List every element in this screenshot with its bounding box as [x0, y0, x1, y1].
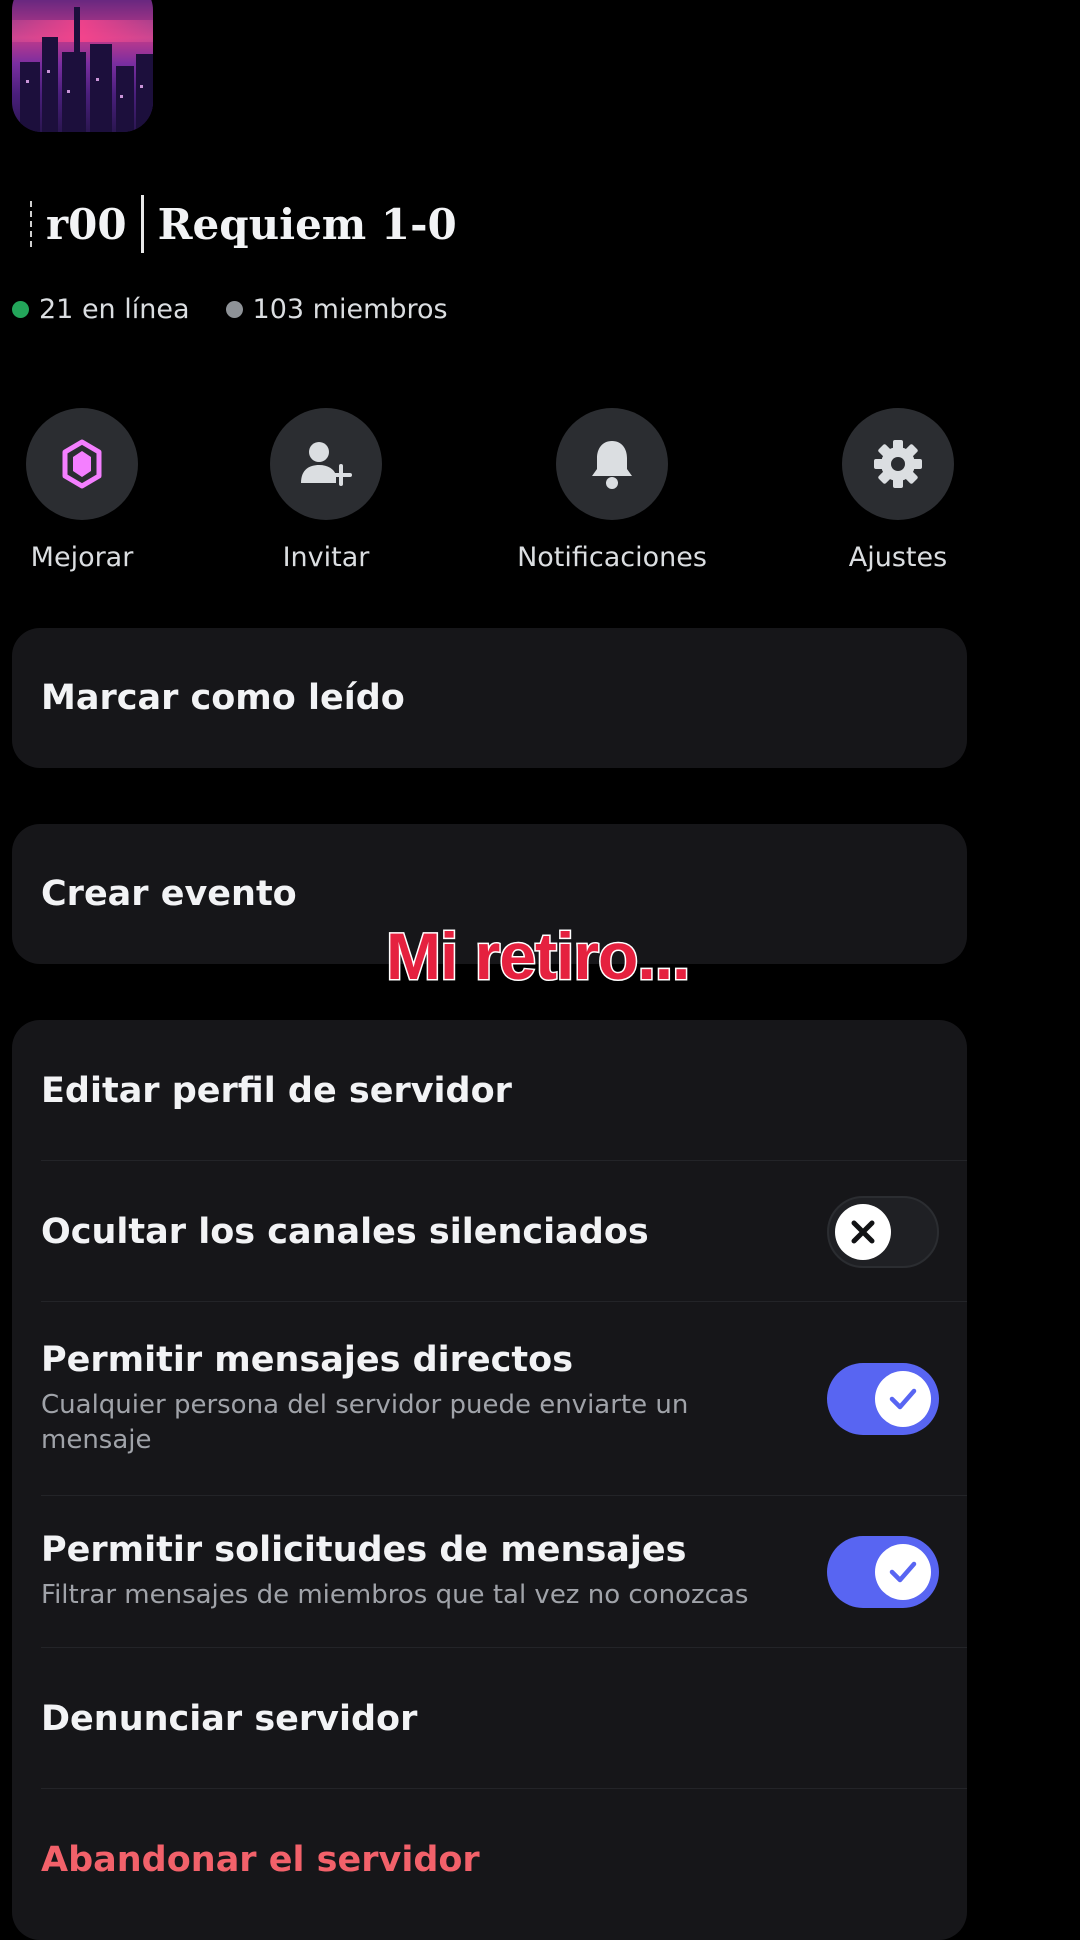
edit-profile-label: Editar perfil de servidor — [41, 1070, 512, 1111]
mark-read-card: Marcar como leído — [12, 628, 967, 768]
video-caption: Mi retiro... — [384, 918, 691, 995]
settings-label: Ajustes — [848, 542, 948, 573]
report-server-item[interactable]: Denunciar servidor — [12, 1648, 967, 1789]
name-separator — [140, 195, 144, 253]
check-icon — [875, 1544, 931, 1600]
server-stats: 21 en línea 103 miembros — [12, 294, 448, 325]
server-name-part2: Requiem 1-0 — [157, 199, 457, 249]
online-status-icon — [12, 301, 29, 318]
report-server-label: Denunciar servidor — [41, 1698, 418, 1739]
close-icon — [835, 1203, 891, 1260]
add-user-icon[interactable] — [270, 408, 382, 520]
allow-requests-label: Permitir solicitudes de mensajes — [41, 1530, 687, 1571]
mark-read-item[interactable]: Marcar como leído — [12, 628, 967, 768]
online-count: 21 en línea — [39, 294, 190, 325]
settings-button[interactable]: Ajustes — [798, 408, 998, 573]
create-event-label: Crear evento — [41, 874, 297, 914]
check-icon — [875, 1371, 931, 1427]
member-count: 103 miembros — [252, 294, 448, 325]
mark-read-label: Marcar como leído — [41, 678, 405, 718]
gear-icon[interactable] — [842, 408, 954, 520]
hide-muted-label: Ocultar los canales silenciados — [41, 1211, 649, 1252]
notifications-label: Notificaciones — [517, 542, 707, 573]
notifications-button[interactable]: Notificaciones — [512, 408, 712, 573]
name-separator — [30, 201, 32, 247]
invite-label: Invitar — [282, 542, 370, 573]
allow-dms-item: Permitir mensajes directos Cualquier per… — [12, 1302, 967, 1496]
server-actions: Mejorar Invitar Notificaciones Ajustes — [0, 408, 1080, 588]
allow-requests-description: Filtrar mensajes de miembros que tal vez… — [41, 1580, 749, 1611]
server-icon[interactable] — [12, 0, 153, 132]
allow-dms-description: Cualquier persona del servidor puede env… — [41, 1389, 689, 1455]
server-name-part1: r00 — [46, 199, 127, 249]
members-status-icon — [225, 301, 243, 318]
server-settings-card: Editar perfil de servidor Ocultar los ca… — [12, 1020, 967, 1940]
boost-button[interactable]: Mejorar — [0, 408, 182, 573]
boost-label: Mejorar — [30, 542, 134, 573]
allow-requests-toggle[interactable] — [827, 1536, 939, 1608]
allow-dms-label: Permitir mensajes directos — [41, 1339, 574, 1380]
invite-button[interactable]: Invitar — [226, 408, 426, 573]
server-name: r00 Requiem 1-0 — [30, 192, 457, 256]
boost-gem-icon[interactable] — [26, 408, 138, 520]
hide-muted-item: Ocultar los canales silenciados — [12, 1161, 967, 1302]
leave-server-label: Abandonar el servidor — [41, 1839, 480, 1880]
hide-muted-toggle[interactable] — [827, 1195, 939, 1268]
allow-dms-toggle[interactable] — [827, 1363, 939, 1435]
leave-server-item[interactable]: Abandonar el servidor — [12, 1789, 967, 1930]
edit-profile-item[interactable]: Editar perfil de servidor — [12, 1020, 967, 1161]
allow-requests-item: Permitir solicitudes de mensajes Filtrar… — [12, 1496, 967, 1648]
bell-icon[interactable] — [556, 408, 668, 520]
